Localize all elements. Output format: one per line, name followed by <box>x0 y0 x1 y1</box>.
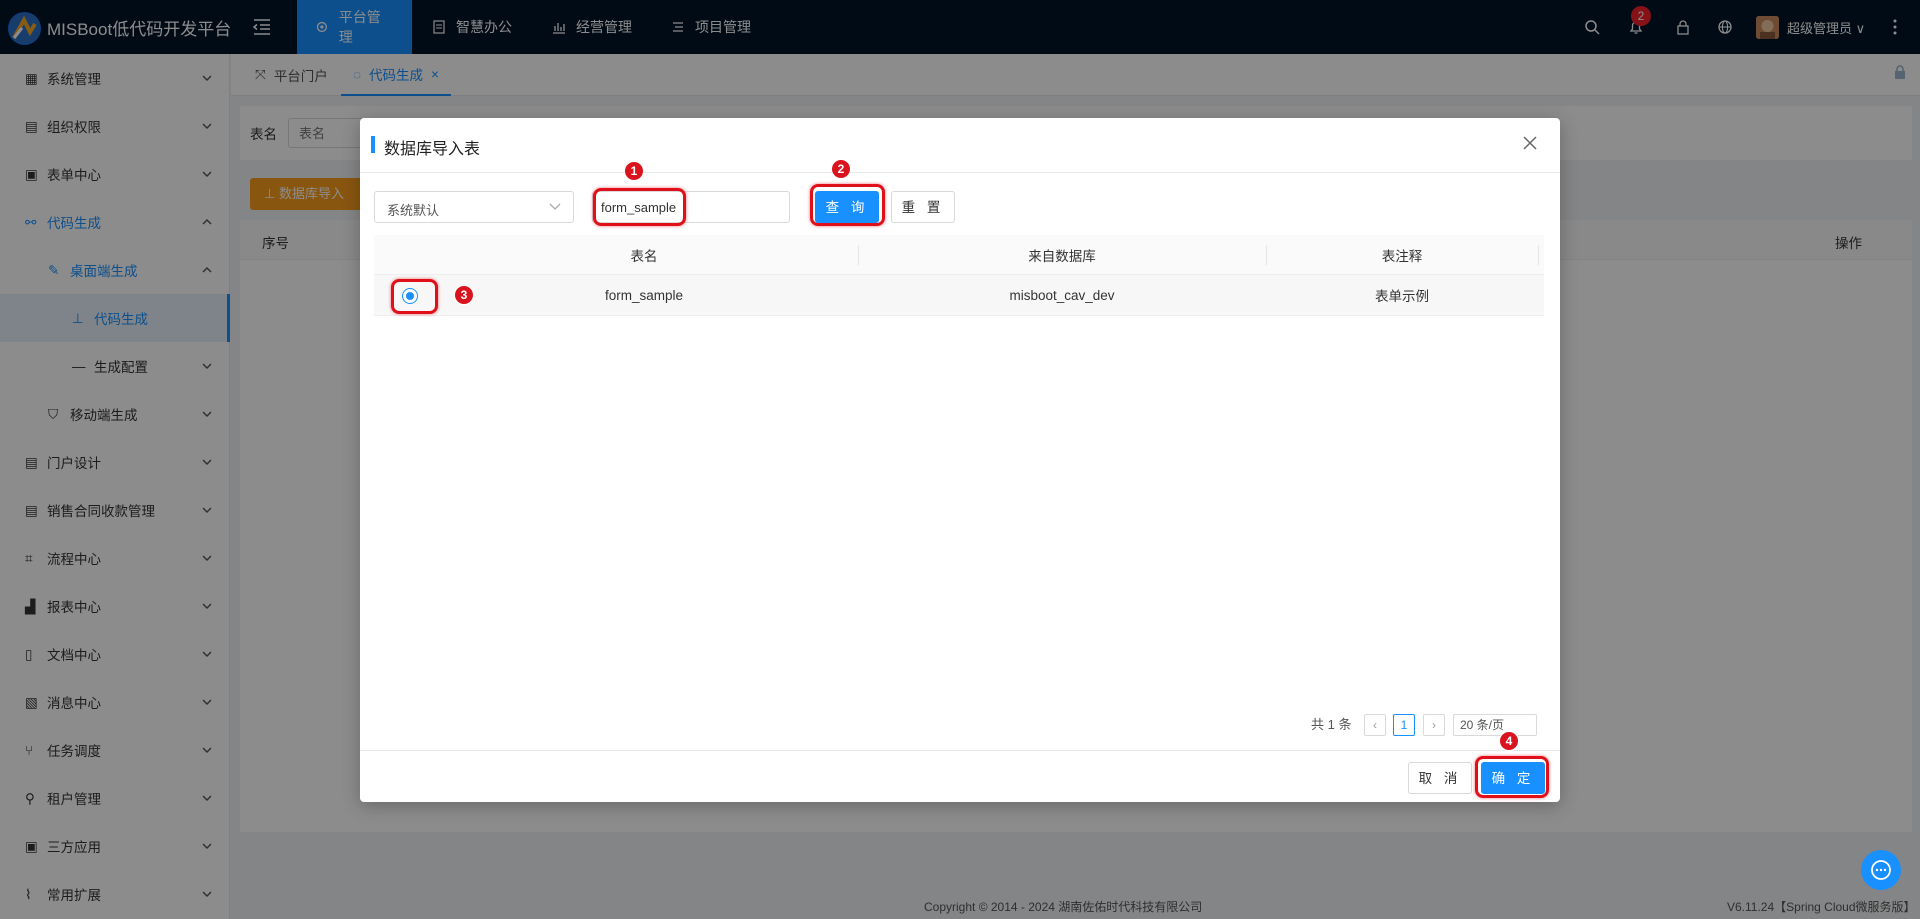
next-page-button[interactable]: › <box>1423 714 1445 736</box>
table-header: 表名 来自数据库 表注释 <box>374 235 1544 275</box>
column-database: 来自数据库 <box>1028 248 1096 264</box>
chat-support-button[interactable] <box>1861 850 1901 890</box>
pagination-total: 共 1 条 <box>1311 717 1352 732</box>
page-size-select[interactable]: 20 条/页 <box>1453 714 1537 736</box>
annotation-marker: 1 <box>624 161 644 181</box>
prev-page-button[interactable]: ‹ <box>1364 714 1386 736</box>
column-divider <box>1538 245 1539 265</box>
highlight-query-button <box>810 184 885 226</box>
annotation-marker: 4 <box>1499 731 1519 751</box>
page-number-button[interactable]: 1 <box>1393 714 1415 736</box>
title-accent-bar <box>371 136 375 153</box>
dialog-footer: 取 消 确 定 <box>360 750 1560 802</box>
close-icon[interactable] <box>1523 136 1537 150</box>
cell-table-name: form_sample <box>604 287 684 303</box>
chat-icon <box>1871 860 1891 880</box>
cell-database: misboot_cav_dev <box>1009 287 1115 303</box>
column-table-name: 表名 <box>630 248 658 264</box>
cancel-button[interactable]: 取 消 <box>1408 762 1472 794</box>
annotation-marker: 3 <box>454 285 474 305</box>
table-row[interactable]: form_sample misboot_cav_dev 表单示例 <box>374 275 1544 316</box>
cell-comment: 表单示例 <box>1375 289 1429 304</box>
highlight-confirm-button <box>1475 756 1549 798</box>
highlight-row-radio <box>391 279 438 314</box>
datasource-select[interactable]: 系统默认 <box>374 191 574 223</box>
column-comment: 表注释 <box>1381 248 1423 264</box>
dialog-header: 数据库导入表 <box>360 118 1560 173</box>
chevron-down-icon <box>549 203 561 210</box>
datasource-selected-value: 系统默认 <box>387 203 440 218</box>
page-size-value: 20 条/页 <box>1460 718 1505 732</box>
annotation-marker: 2 <box>831 159 851 179</box>
dialog-title: 数据库导入表 <box>384 141 481 158</box>
highlight-search-input <box>593 188 686 226</box>
database-import-dialog: 数据库导入表 系统默认 查 询 重 置 表名 来自数据库 表注释 form_sa… <box>360 118 1560 802</box>
reset-button[interactable]: 重 置 <box>891 191 955 223</box>
